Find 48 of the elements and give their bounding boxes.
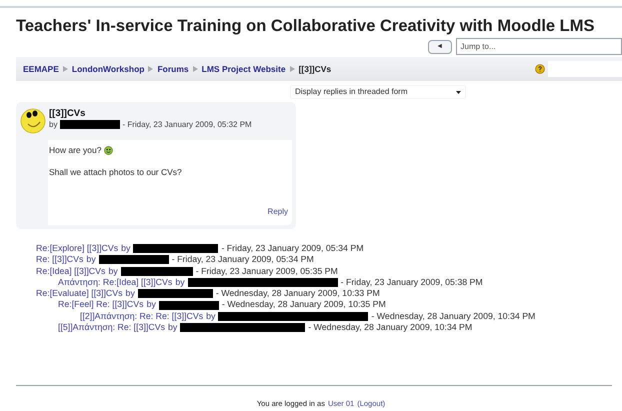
author-label: by: [146, 299, 156, 311]
reply-date: - Wednesday, 28 January 2009, 10:33 PM: [216, 288, 380, 300]
redaction-bar: [158, 300, 219, 310]
author-label: by: [49, 119, 58, 130]
reply-date: - Friday, 23 January 2009, 05:38 PM: [340, 276, 483, 288]
author-label: by: [175, 276, 185, 288]
post-subject: [[3]]CVs: [49, 108, 86, 119]
jump-menu[interactable]: Jump to...: [456, 38, 622, 55]
separator-arrow-icon: [62, 66, 68, 72]
redaction-bar: [98, 255, 169, 264]
help-icon[interactable]: [535, 64, 545, 74]
reply-subject-link[interactable]: Απάντηση: Re:[Idea] [[3]]CVs: [58, 276, 172, 288]
page-title: Teachers' In-service Training on Collaborative Creativity with Moodle LMS: [16, 16, 596, 36]
breadcrumb-link[interactable]: LMS Project Website: [202, 62, 286, 76]
separator-arrow-icon: [148, 66, 154, 72]
separator-arrow-icon: [290, 66, 295, 72]
search-field[interactable]: [548, 61, 622, 77]
smiley-avatar: [20, 108, 46, 134]
breadcrumb-link[interactable]: Forums: [157, 62, 189, 76]
display-mode-select[interactable]: Display replies in threaded form: [290, 85, 466, 99]
breadcrumb-current: [[3]]CVs: [298, 62, 332, 76]
reply-subject-link[interactable]: [[5]]Απάντηση: Re: [[3]]CVs: [58, 322, 165, 334]
breadcrumb-link[interactable]: EEMAPE: [23, 62, 59, 76]
reply-date: - Friday, 23 January 2009, 05:35 PM: [196, 266, 338, 277]
reply-subject-link[interactable]: Re:[Idea] [[3]]CVs: [36, 266, 106, 277]
author-label: by: [126, 288, 135, 300]
reply-date: - Wednesday, 28 January 2009, 10:34 PM: [371, 310, 536, 322]
reply-subject-link[interactable]: Re:[Feel] Re: [[3]]CVs: [58, 299, 144, 311]
reply-date: - Wednesday, 28 January 2009, 10:34 PM: [308, 322, 472, 334]
reply-subject-link[interactable]: Re:[Evaluate] [[3]]CVs: [36, 288, 123, 300]
post-date: - Friday, 23 January 2009, 05:32 PM: [122, 119, 252, 130]
reply-subject-link[interactable]: Re: [[3]]CVs: [36, 254, 84, 266]
reply-date: - Wednesday, 28 January 2009, 10:35 PM: [222, 299, 386, 311]
author-label: by: [86, 254, 96, 266]
post-text: How are you?: [49, 144, 102, 157]
reply-subject-link[interactable]: Re:[Explore] [[3]]CVs: [36, 243, 118, 254]
reply-subject-link[interactable]: [[2]]Απάντηση: Re: Re: [[3]]CVs: [80, 310, 204, 322]
breadcrumb-link[interactable]: LondonWorkshop: [72, 62, 144, 76]
post-text: Shall we attach photos to our CVs?: [49, 166, 182, 178]
reply-date: - Friday, 23 January 2009, 05:34 PM: [221, 243, 364, 254]
author-label: by: [168, 322, 178, 334]
separator-arrow-icon: [192, 66, 198, 72]
reply-date: - Friday, 23 January 2009, 05:34 PM: [172, 254, 314, 266]
author-label: by: [108, 266, 118, 277]
author-label: by: [206, 310, 216, 322]
reply-link[interactable]: Reply: [268, 206, 288, 218]
author-label: by: [121, 243, 130, 254]
dropdown-arrow-icon: [456, 90, 461, 94]
